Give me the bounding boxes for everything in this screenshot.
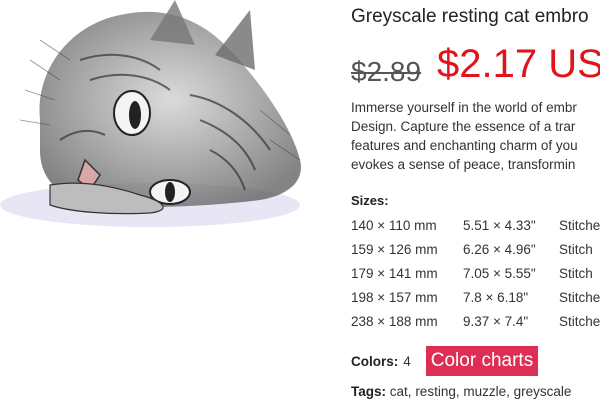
size-stitches: Stitch — [559, 266, 593, 281]
size-row[interactable]: 198 × 157 mm 7.8 × 6.18" Stitches — [351, 286, 600, 310]
color-charts-button[interactable]: Color charts — [425, 346, 539, 376]
description-line: evokes a sense of peace, transformin — [351, 157, 576, 172]
product-image[interactable] — [0, 0, 330, 300]
product-title: Greyscale resting cat embro — [351, 6, 589, 27]
cat-embroidery-illustration — [0, 0, 301, 227]
tag-link[interactable]: resting — [415, 384, 456, 399]
size-stitches: Stitch — [559, 242, 593, 257]
size-row[interactable]: 238 × 188 mm 9.37 × 7.4" Stitches — [351, 310, 600, 334]
old-price: $2.89 — [351, 56, 422, 87]
product-description: Immerse yourself in the world of embr De… — [351, 98, 578, 174]
description-line: features and enchanting charm of you — [351, 138, 578, 153]
colors-count: 4 — [403, 353, 411, 369]
size-mm: 238 × 188 mm — [351, 314, 438, 329]
tag-link[interactable]: cat — [390, 384, 408, 399]
description-line: Design. Capture the essence of a trar — [351, 119, 576, 134]
tags-row: Tags: cat, resting, muzzle, greyscale — [351, 384, 572, 399]
size-stitches: Stitches — [559, 314, 600, 329]
size-row[interactable]: 140 × 110 mm 5.51 × 4.33" Stitche — [351, 214, 600, 238]
sizes-table: 140 × 110 mm 5.51 × 4.33" Stitche 159 × … — [351, 214, 600, 334]
tags-label: Tags: — [351, 384, 387, 399]
size-mm: 140 × 110 mm — [351, 218, 437, 233]
tag-link[interactable]: greyscale — [514, 384, 572, 399]
size-inch: 7.05 × 5.55" — [463, 266, 536, 281]
size-mm: 179 × 141 mm — [351, 266, 438, 281]
size-inch: 9.37 × 7.4" — [463, 314, 529, 329]
size-inch: 6.26 × 4.96" — [463, 242, 536, 257]
size-inch: 5.51 × 4.33" — [463, 218, 536, 233]
tag-link[interactable]: muzzle — [463, 384, 506, 399]
size-mm: 159 × 126 mm — [351, 242, 438, 257]
description-line: Immerse yourself in the world of embr — [351, 100, 577, 115]
size-stitches: Stitches — [559, 290, 600, 305]
size-row[interactable]: 179 × 141 mm 7.05 × 5.55" Stitch — [351, 262, 600, 286]
colors-row: Colors: 4 Color charts — [351, 346, 539, 376]
colors-label: Colors: — [351, 353, 399, 369]
size-mm: 198 × 157 mm — [351, 290, 438, 305]
size-row[interactable]: 159 × 126 mm 6.26 × 4.96" Stitch — [351, 238, 600, 262]
size-inch: 7.8 × 6.18" — [463, 290, 529, 305]
product-page: Greyscale resting cat embro $2.89 $2.17 … — [0, 0, 600, 416]
size-stitches: Stitche — [559, 218, 600, 233]
sizes-label: Sizes: — [351, 193, 389, 208]
sale-price: $2.17 US — [437, 42, 600, 86]
product-info: Greyscale resting cat embro $2.89 $2.17 … — [351, 0, 600, 416]
